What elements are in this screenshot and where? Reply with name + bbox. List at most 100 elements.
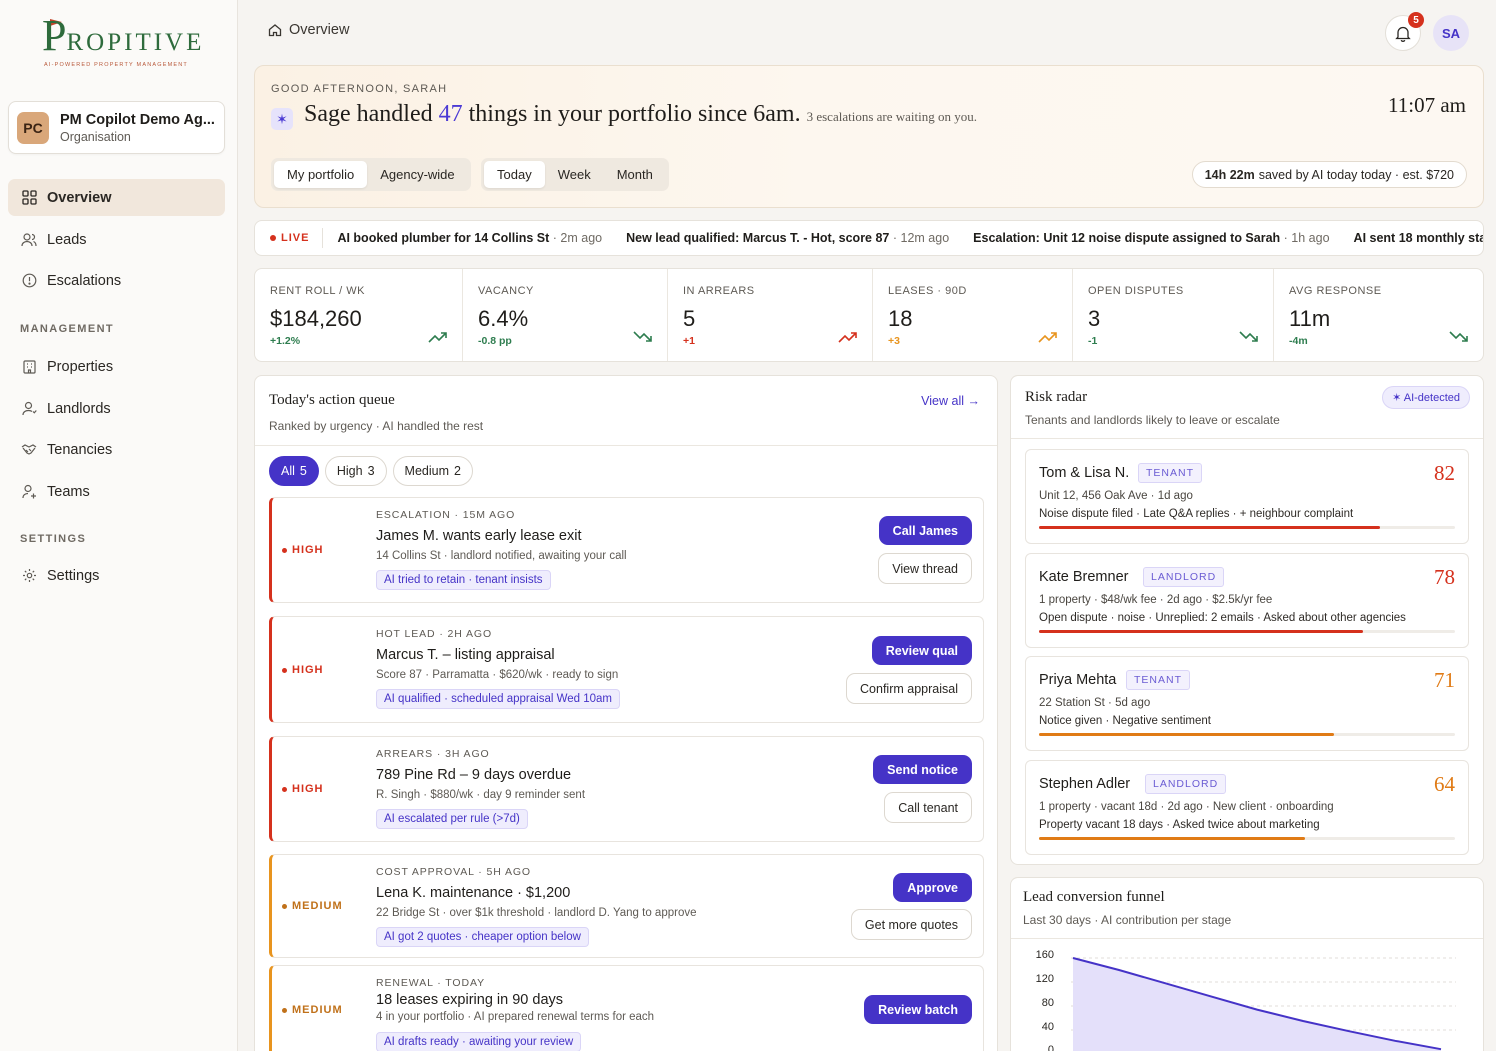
item-title: Marcus T. – listing appraisal <box>376 647 555 663</box>
primary-action-button[interactable]: Review batch <box>864 995 972 1024</box>
primary-action-button[interactable]: Approve <box>893 873 972 902</box>
org-type: Organisation <box>60 130 131 144</box>
item-meta: Score 87 · Parramatta · $620/wk · ready … <box>376 669 619 681</box>
item-kicker: ESCALATION · 15M AGO <box>376 509 516 521</box>
ticker-item[interactable]: AI booked plumber for 14 Collins St · 2m… <box>337 231 602 245</box>
kpi-in-arrears[interactable]: IN ARREARS 5 +1 <box>668 269 873 361</box>
kpi-delta: -1 <box>1088 335 1098 347</box>
sidebar-item-tenancies[interactable]: Tenancies <box>8 431 225 468</box>
trend-down-icon <box>1449 331 1468 342</box>
priority-dot-icon <box>282 1007 287 1013</box>
sidebar-item-teams[interactable]: Teams <box>8 473 225 510</box>
queue-item[interactable]: MEDIUM COST APPROVAL · 5H AGO Lena K. ma… <box>269 854 984 958</box>
secondary-action-button[interactable]: Get more quotes <box>850 909 972 940</box>
ticker-item[interactable]: AI sent 18 monthly statements to la <box>1354 231 1483 245</box>
sidebar-item-label: Settings <box>47 567 100 584</box>
range-tab-month[interactable]: Month <box>604 161 666 188</box>
user-avatar[interactable]: SA <box>1433 15 1469 51</box>
priority-dot-icon <box>282 667 287 673</box>
queue-item[interactable]: HIGH ARREARS · 3H AGO 789 Pine Rd – 9 da… <box>269 736 984 842</box>
priority-badge: MEDIUM <box>282 900 343 912</box>
sidebar-item-settings[interactable]: Settings <box>8 557 225 594</box>
ai-detected-badge: ✶ AI-detected <box>1382 386 1470 409</box>
primary-action-button[interactable]: Review qual <box>871 636 972 665</box>
sidebar-item-label: Overview <box>47 189 112 206</box>
sidebar-item-leads[interactable]: Leads <box>8 221 225 258</box>
priority-dot-icon <box>282 903 287 909</box>
range-tab-today[interactable]: Today <box>484 161 545 188</box>
kpi-value: 11m <box>1289 306 1331 331</box>
sidebar-item-landlords[interactable]: Landlords <box>8 390 225 427</box>
y-tick-label: 80 <box>1041 997 1054 1009</box>
secondary-action-button[interactable]: Call tenant <box>884 792 972 823</box>
filter-label: Medium <box>404 464 449 478</box>
primary-action-button[interactable]: Call James <box>878 516 972 545</box>
kpi-avg-response[interactable]: AVG RESPONSE 11m -4m <box>1274 269 1483 361</box>
secondary-action-button[interactable]: View thread <box>878 553 972 584</box>
brand-logo[interactable]: PROPITIVE AI-POWERED PROPERTY MANAGEMENT <box>42 12 202 72</box>
filter-all[interactable]: All 5 <box>269 456 319 486</box>
primary-action-button[interactable]: Send notice <box>873 755 972 784</box>
secondary-action-button[interactable]: Confirm appraisal <box>846 673 972 704</box>
sidebar-item-label: Tenancies <box>47 441 113 458</box>
filter-medium[interactable]: Medium 2 <box>392 456 473 486</box>
user-icon <box>21 401 37 417</box>
gear-icon <box>21 568 37 584</box>
risk-bar <box>1039 733 1455 736</box>
sidebar-item-properties[interactable]: Properties <box>8 348 225 385</box>
y-tick-label: 120 <box>1035 973 1054 985</box>
kpi-open-disputes[interactable]: OPEN DISPUTES 3 -1 <box>1073 269 1274 361</box>
item-title: James M. wants early lease exit <box>376 528 582 544</box>
kpi-leases-90d[interactable]: LEASES · 90D 18 +3 <box>873 269 1073 361</box>
ticker-item[interactable]: New lead qualified: Marcus T. - Hot, sco… <box>626 231 949 245</box>
headline-escalations-note: 3 escalations are waiting on you. <box>806 109 977 124</box>
handshake-icon <box>21 442 37 458</box>
sidebar-item-label: Escalations <box>47 272 122 289</box>
item-title: 789 Pine Rd – 9 days overdue <box>376 767 572 783</box>
kpi-label: LEASES · 90D <box>888 285 967 297</box>
scope-tab-my-portfolio[interactable]: My portfolio <box>274 161 368 188</box>
risk-signal-line: Open dispute · noise · Unreplied: 2 emai… <box>1039 612 1406 624</box>
scope-toggle: My portfolio Agency-wide <box>271 158 471 191</box>
panel-title: Today's action queue <box>269 392 395 408</box>
ticker-item[interactable]: Escalation: Unit 12 noise dispute assign… <box>973 231 1329 245</box>
sidebar-item-label: Landlords <box>47 400 111 417</box>
risk-card[interactable]: Tom & Lisa N. TENANT 82 Unit 12, 456 Oak… <box>1025 449 1469 544</box>
risk-card[interactable]: Priya Mehta TENANT 71 22 Station St · 5d… <box>1025 656 1469 751</box>
y-tick-label: 160 <box>1035 949 1054 961</box>
risk-card[interactable]: Kate Bremner LANDLORD 78 1 property · $4… <box>1025 553 1469 648</box>
priority-badge: HIGH <box>282 664 324 676</box>
kpi-value: 5 <box>683 306 696 331</box>
queue-item[interactable]: MEDIUM RENEWAL · TODAY 18 leases expirin… <box>269 965 984 1051</box>
risk-card[interactable]: Stephen Adler LANDLORD 64 1 property · v… <box>1025 760 1469 855</box>
risk-score: 64 <box>1434 772 1455 796</box>
queue-item[interactable]: HIGH HOT LEAD · 2H AGO Marcus T. – listi… <box>269 616 984 723</box>
divider <box>1011 938 1483 939</box>
sidebar-item-overview[interactable]: Overview <box>8 179 225 216</box>
item-kicker: RENEWAL · TODAY <box>376 977 485 989</box>
team-icon <box>21 484 37 500</box>
time-saved-value: 14h 22m <box>1204 167 1255 182</box>
queue-item[interactable]: HIGH ESCALATION · 15M AGO James M. wants… <box>269 497 984 603</box>
ticker-ago: · 12m ago <box>892 231 950 245</box>
kpi-label: RENT ROLL / WK <box>270 285 366 297</box>
risk-name: Kate Bremner <box>1039 569 1129 585</box>
kpi-rent-roll[interactable]: RENT ROLL / WK $184,260 +1.2% <box>255 269 463 361</box>
sidebar-item-escalations[interactable]: Escalations <box>8 262 225 299</box>
item-meta: R. Singh · $880/wk · day 9 reminder sent <box>376 789 586 801</box>
role-tag: LANDLORD <box>1145 774 1227 794</box>
item-kicker: ARREARS · 3H AGO <box>376 748 490 760</box>
funnel-chart <box>1071 957 1456 1051</box>
breadcrumb[interactable]: Overview <box>268 22 349 38</box>
scope-tab-agency-wide[interactable]: Agency-wide <box>367 161 467 188</box>
org-switcher[interactable]: PC PM Copilot Demo Ag... Organisation <box>8 101 225 154</box>
filter-high[interactable]: High 3 <box>324 456 387 486</box>
risk-bar-fill <box>1039 837 1306 840</box>
view-all-link[interactable]: View all → <box>921 394 980 408</box>
kpi-label: OPEN DISPUTES <box>1088 285 1184 297</box>
range-tab-week[interactable]: Week <box>545 161 604 188</box>
live-indicator: LIVE <box>270 228 324 248</box>
kpi-value: 18 <box>888 306 913 331</box>
kpi-vacancy[interactable]: VACANCY 6.4% -0.8 pp <box>463 269 668 361</box>
y-tick-label: 0 <box>1047 1044 1054 1051</box>
